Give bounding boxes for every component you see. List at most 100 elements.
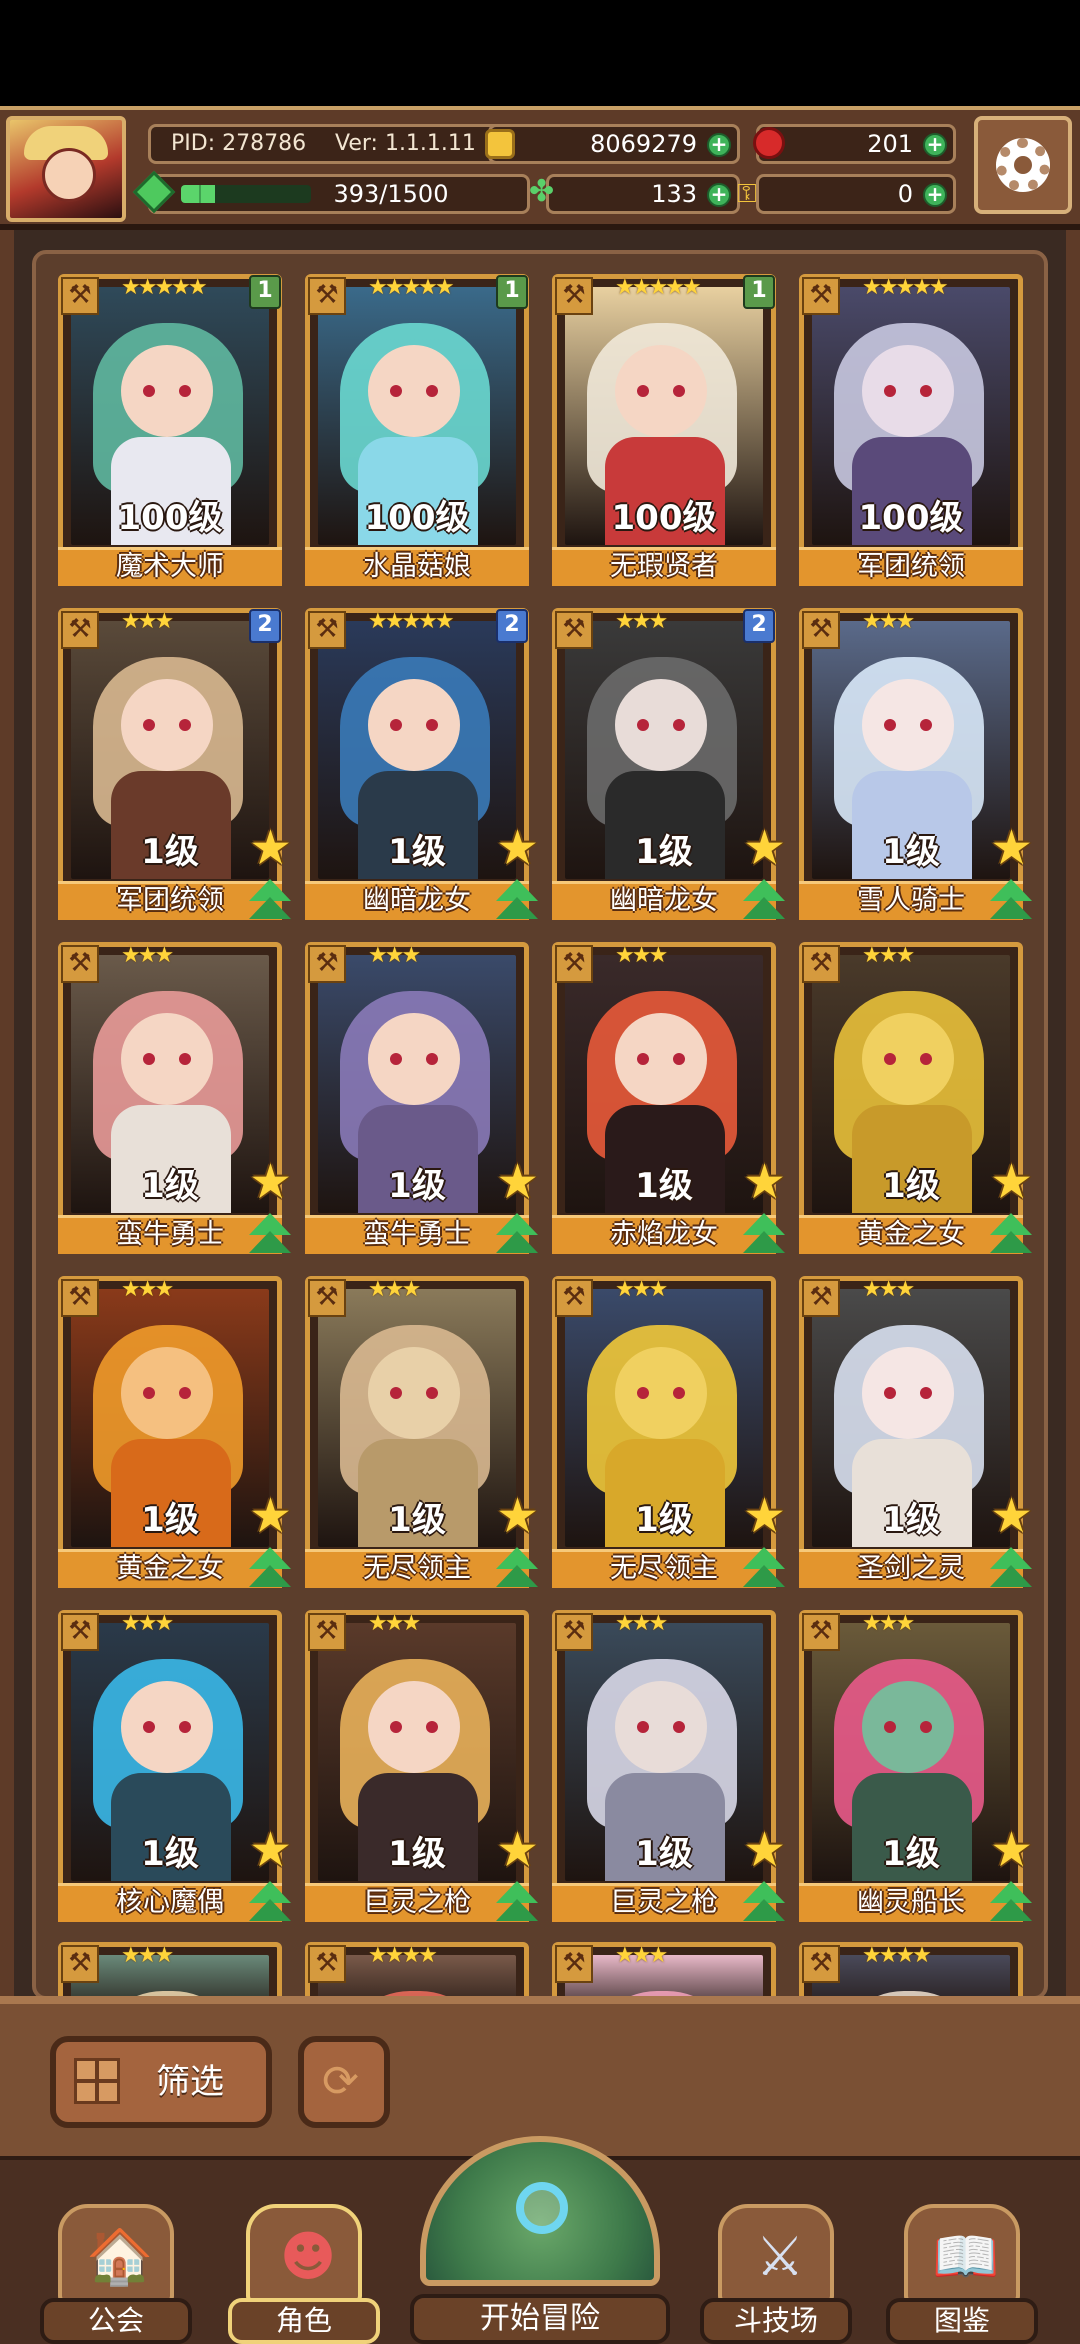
- level-up-arrow-icon[interactable]: [247, 1545, 293, 1591]
- weapon-type-icon: ⚒: [555, 945, 593, 983]
- star-upgrade-icon[interactable]: ★: [990, 824, 1036, 872]
- character-card[interactable]: ⚒ ★★★ 2 1级 幽暗龙女 ★: [552, 608, 786, 920]
- character-level: 100级: [364, 498, 470, 538]
- character-level: 100级: [611, 498, 717, 538]
- level-up-arrow-icon[interactable]: [247, 877, 293, 923]
- nav-codex[interactable]: 📖 图鉴: [886, 2156, 1038, 2344]
- filter-button[interactable]: 筛选: [50, 2036, 272, 2128]
- character-card[interactable]: ⚒ ★★★ 1级 黄金之女 ★: [799, 942, 1033, 1254]
- level-up-arrow-icon[interactable]: [494, 1211, 540, 1257]
- character-card[interactable]: ⚒ ★★★★: [305, 1942, 529, 1996]
- player-avatar[interactable]: [6, 116, 126, 222]
- weapon-type-icon: ⚒: [555, 1279, 593, 1317]
- star-upgrade-icon[interactable]: ★: [990, 1492, 1036, 1540]
- character-level: 1级: [141, 1166, 199, 1206]
- character-card[interactable]: ⚒ ★★★: [58, 1942, 282, 1996]
- level-up-arrow-icon[interactable]: [494, 877, 540, 923]
- character-card[interactable]: ⚒ ★★★ 1级 黄金之女 ★: [58, 1276, 292, 1588]
- level-up-arrow-icon[interactable]: [741, 1545, 787, 1591]
- add-gold-button[interactable]: +: [707, 133, 731, 157]
- character-card[interactable]: ⚒ ★★★: [552, 1942, 776, 1996]
- portrait-face: [121, 1681, 213, 1773]
- refresh-icon: ⟳: [322, 2056, 359, 2107]
- star-upgrade-icon[interactable]: ★: [249, 824, 295, 872]
- level-up-arrow-icon[interactable]: [988, 877, 1034, 923]
- character-card[interactable]: ⚒ ★★★ 1级 幽灵船长 ★: [799, 1610, 1033, 1922]
- portrait-face: [121, 1013, 213, 1105]
- add-key-button[interactable]: +: [923, 183, 947, 207]
- portrait-eye: [637, 1721, 649, 1733]
- portrait-face: [368, 345, 460, 437]
- character-name: 水晶菇娘: [305, 547, 529, 586]
- star-upgrade-icon[interactable]: ★: [496, 1158, 542, 1206]
- star-upgrade-icon[interactable]: ★: [249, 1158, 295, 1206]
- star-rating: ★★★★★: [615, 275, 702, 300]
- character-card[interactable]: ⚒ ★★★★★ 1 100级 无瑕贤者: [552, 274, 776, 586]
- star-upgrade-icon[interactable]: ★: [249, 1492, 295, 1540]
- level-up-arrow-icon[interactable]: [988, 1879, 1034, 1925]
- star-upgrade-icon[interactable]: ★: [743, 1826, 789, 1874]
- player-info: PID: 278786 Ver: 1.1.1.11: [148, 124, 528, 164]
- add-clover-button[interactable]: +: [707, 183, 731, 207]
- nav-arena[interactable]: ⚔ 斗技场: [700, 2156, 852, 2344]
- star-upgrade-icon[interactable]: ★: [249, 1826, 295, 1874]
- portrait-face: [368, 1681, 460, 1773]
- level-up-arrow-icon[interactable]: [494, 1545, 540, 1591]
- character-card[interactable]: ⚒ ★★★ 1级 核心魔偶 ★: [58, 1610, 292, 1922]
- nav-adventure-label: 开始冒险: [410, 2294, 670, 2344]
- character-card[interactable]: ⚒ ★★★★★ 100级 军团统领: [799, 274, 1023, 586]
- portrait-eye: [637, 1387, 649, 1399]
- grid-icon: [74, 2058, 120, 2104]
- character-grid[interactable]: ⚒ ★★★★★ 1 100级 魔术大师 ⚒ ★★★★★ 1 100级 水晶菇娘 ⚒ ★★★★★ 1 100…: [32, 250, 1048, 2000]
- stamina-gem-icon: [132, 170, 176, 214]
- nav-codex-label: 图鉴: [886, 2298, 1038, 2344]
- refresh-button[interactable]: ⟳: [298, 2036, 390, 2128]
- character-card[interactable]: ⚒ ★★★ 2 1级 军团统领 ★: [58, 608, 292, 920]
- character-card[interactable]: ⚒ ★★★ 1级 雪人骑士 ★: [799, 608, 1033, 920]
- portrait-eye: [426, 1387, 438, 1399]
- character-level: 1级: [882, 1500, 940, 1540]
- star-upgrade-icon[interactable]: ★: [743, 1492, 789, 1540]
- character-level: 1级: [882, 1834, 940, 1874]
- level-up-arrow-icon[interactable]: [988, 1545, 1034, 1591]
- level-up-arrow-icon[interactable]: [247, 1211, 293, 1257]
- character-card[interactable]: ⚒ ★★★★★ 2 1级 幽暗龙女 ★: [305, 608, 539, 920]
- star-rating: ★★★: [121, 1277, 174, 1302]
- magnifier-icon: [516, 2182, 568, 2234]
- character-card[interactable]: ⚒ ★★★ 1级 蛮牛勇士 ★: [305, 942, 539, 1254]
- weapon-type-icon: ⚒: [61, 611, 99, 649]
- level-up-arrow-icon[interactable]: [741, 877, 787, 923]
- star-upgrade-icon[interactable]: ★: [496, 824, 542, 872]
- character-card[interactable]: ⚒ ★★★★: [799, 1942, 1023, 1996]
- character-card[interactable]: ⚒ ★★★ 1级 巨灵之枪 ★: [305, 1610, 539, 1922]
- level-up-arrow-icon[interactable]: [741, 1879, 787, 1925]
- add-ruby-button[interactable]: +: [923, 133, 947, 157]
- weapon-type-icon: ⚒: [308, 945, 346, 983]
- star-upgrade-icon[interactable]: ★: [743, 1158, 789, 1206]
- settings-button[interactable]: [974, 116, 1072, 214]
- star-upgrade-icon[interactable]: ★: [990, 1826, 1036, 1874]
- stamina-fill: [181, 185, 216, 203]
- star-rating: ★★★: [368, 1611, 421, 1636]
- character-card[interactable]: ⚒ ★★★★★ 1 100级 水晶菇娘: [305, 274, 529, 586]
- character-name: 无瑕贤者: [552, 547, 776, 586]
- character-card[interactable]: ⚒ ★★★★★ 1 100级 魔术大师: [58, 274, 282, 586]
- character-card[interactable]: ⚒ ★★★ 1级 巨灵之枪 ★: [552, 1610, 786, 1922]
- character-card[interactable]: ⚒ ★★★ 1级 蛮牛勇士 ★: [58, 942, 292, 1254]
- count-badge: 2: [496, 609, 528, 643]
- character-card[interactable]: ⚒ ★★★ 1级 无尽领主 ★: [552, 1276, 786, 1588]
- character-card[interactable]: ⚒ ★★★ 1级 无尽领主 ★: [305, 1276, 539, 1588]
- level-up-arrow-icon[interactable]: [741, 1211, 787, 1257]
- star-upgrade-icon[interactable]: ★: [743, 824, 789, 872]
- star-upgrade-icon[interactable]: ★: [990, 1158, 1036, 1206]
- ruby-value: 201: [867, 130, 913, 158]
- level-up-arrow-icon[interactable]: [988, 1211, 1034, 1257]
- star-upgrade-icon[interactable]: ★: [496, 1826, 542, 1874]
- level-up-arrow-icon[interactable]: [247, 1879, 293, 1925]
- character-card[interactable]: ⚒ ★★★ 1级 赤焰龙女 ★: [552, 942, 786, 1254]
- star-rating: ★★★★: [862, 1943, 932, 1968]
- character-card[interactable]: ⚒ ★★★ 1级 圣剑之灵 ★: [799, 1276, 1033, 1588]
- star-upgrade-icon[interactable]: ★: [496, 1492, 542, 1540]
- level-up-arrow-icon[interactable]: [494, 1879, 540, 1925]
- filter-bar: 筛选 ⟳: [0, 1996, 1080, 2156]
